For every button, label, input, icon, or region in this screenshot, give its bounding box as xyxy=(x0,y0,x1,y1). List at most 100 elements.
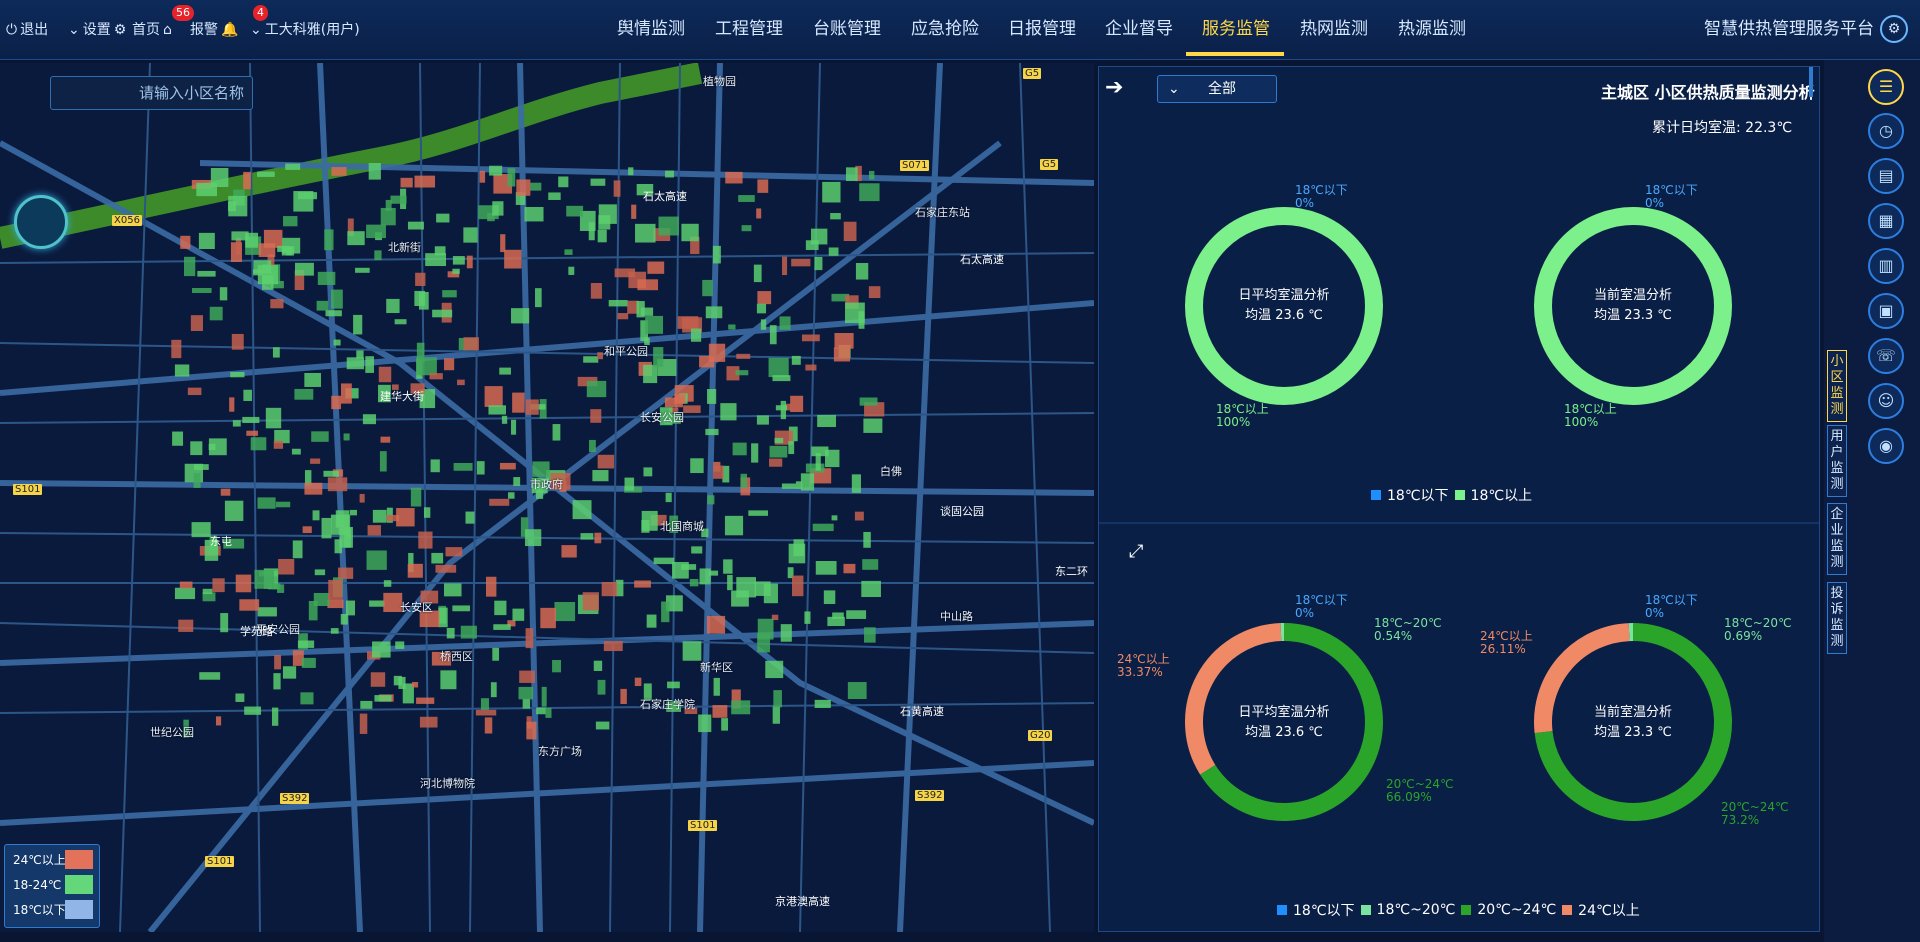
map-canvas[interactable] xyxy=(0,63,1094,932)
user-menu[interactable]: ⌄ 工大科雅(用户) xyxy=(250,0,360,60)
nav-ribao[interactable]: 日报管理 xyxy=(1008,0,1076,60)
service-icon[interactable]: ☏ xyxy=(1868,338,1904,374)
residential-block xyxy=(727,574,733,591)
residential-block xyxy=(634,580,651,588)
tab-enterprise[interactable]: 企业监测 xyxy=(1827,503,1847,575)
nav-qiye[interactable]: 企业督导 xyxy=(1105,0,1173,60)
residential-block xyxy=(731,700,751,715)
residential-block xyxy=(765,660,784,679)
residential-block xyxy=(265,407,282,429)
legend-swatch xyxy=(65,875,93,894)
residential-block xyxy=(817,414,837,428)
residential-block xyxy=(444,358,455,371)
residential-block xyxy=(713,677,720,696)
residential-block xyxy=(512,608,525,621)
residential-block xyxy=(340,613,348,625)
bar-chart-icon[interactable]: ▥ xyxy=(1868,248,1904,284)
map-place: 新华区 xyxy=(700,661,733,674)
residential-block xyxy=(597,352,604,360)
residential-block xyxy=(271,707,279,726)
residential-block xyxy=(834,333,854,349)
residential-block xyxy=(463,227,478,243)
residential-block xyxy=(791,575,804,597)
residential-block xyxy=(331,167,347,176)
residential-block xyxy=(781,483,796,489)
power-icon: ⏻ xyxy=(6,22,18,38)
residential-block xyxy=(484,386,503,407)
residential-block xyxy=(561,545,577,558)
residential-block xyxy=(327,477,348,492)
residential-block xyxy=(331,395,341,410)
residential-block xyxy=(863,418,883,433)
residential-block xyxy=(583,356,599,363)
tab-user[interactable]: 用户监测 xyxy=(1827,425,1847,497)
residential-block xyxy=(641,519,650,533)
residential-block xyxy=(356,350,364,359)
residential-block xyxy=(791,355,801,365)
report-icon[interactable]: ▤ xyxy=(1868,158,1904,194)
residential-block xyxy=(396,508,415,527)
nav-rewang[interactable]: 热网监测 xyxy=(1300,0,1368,60)
residential-block xyxy=(613,180,621,197)
residential-block xyxy=(335,510,350,528)
residential-block xyxy=(312,510,320,521)
residential-block xyxy=(525,628,534,649)
residential-block xyxy=(327,599,344,609)
residential-block xyxy=(526,721,537,740)
residential-block xyxy=(823,590,836,604)
residential-block xyxy=(452,605,470,612)
camera-icon[interactable]: ◉ xyxy=(1868,428,1904,464)
nav-fuwu[interactable]: 服务监管 xyxy=(1202,0,1270,60)
home-button[interactable]: 首页 ⌂ xyxy=(132,0,172,60)
clipboard-icon[interactable]: ▣ xyxy=(1868,293,1904,329)
alarm-button[interactable]: 报警 🔔 xyxy=(190,0,238,60)
residential-block xyxy=(407,563,423,578)
residential-block xyxy=(180,235,191,249)
city-map[interactable]: 请输入小区名称 植物园 北新街 和平公园 长安公园 北国商城 市政府 平安公园 … xyxy=(0,63,1094,932)
nav-yuqing[interactable]: 舆情监测 xyxy=(617,0,685,60)
residential-block xyxy=(706,389,717,404)
residential-block xyxy=(645,315,664,334)
residential-block xyxy=(725,171,743,184)
residential-block xyxy=(311,431,329,442)
residential-block xyxy=(756,208,762,219)
tab-community[interactable]: 小区监测 xyxy=(1827,350,1847,422)
menu-icon[interactable]: ☰ xyxy=(1868,69,1904,105)
residential-block xyxy=(257,265,279,285)
settings-button[interactable]: ⌄ 设置 ⚙ xyxy=(68,0,126,60)
residential-block xyxy=(429,373,443,380)
user-icon[interactable]: ☺ xyxy=(1868,383,1904,419)
residential-block xyxy=(635,223,656,243)
residential-block xyxy=(545,707,552,718)
chevron-down-icon: ⌄ xyxy=(250,22,262,38)
tab-complaint[interactable]: 投诉监测 xyxy=(1827,582,1847,654)
nav-gongcheng[interactable]: 工程管理 xyxy=(715,0,783,60)
community-search-input[interactable]: 请输入小区名称 xyxy=(50,76,253,110)
nav-reyuan[interactable]: 热源监测 xyxy=(1398,0,1466,60)
map-place: 北新街 xyxy=(388,241,421,254)
clock-icon[interactable]: ◷ xyxy=(1868,113,1904,149)
residential-block xyxy=(330,289,343,309)
residential-block xyxy=(174,364,190,377)
data-label: 18℃以下 0% xyxy=(1295,593,1348,620)
residential-block xyxy=(333,339,341,346)
residential-block xyxy=(372,641,391,658)
residential-block xyxy=(440,670,457,690)
expand-icon[interactable]: ⤢ xyxy=(1129,541,1143,562)
residential-block xyxy=(617,313,629,320)
legend-item: 18-24℃ xyxy=(13,875,99,895)
nav-taizhang[interactable]: 台账管理 xyxy=(813,0,881,60)
residential-block xyxy=(525,399,539,415)
residential-block xyxy=(862,559,879,570)
residential-block xyxy=(665,492,672,503)
legend-swatch xyxy=(1360,905,1371,915)
map-place: 白佛 xyxy=(880,465,902,478)
document-icon[interactable]: ▦ xyxy=(1868,203,1904,239)
residential-block xyxy=(665,170,674,178)
residential-block xyxy=(367,525,381,536)
map-reset-icon[interactable] xyxy=(14,195,68,249)
logout-button[interactable]: ⏻ 退出 xyxy=(6,0,48,60)
nav-yingji[interactable]: 应急抢险 xyxy=(911,0,979,60)
residential-block xyxy=(582,592,599,611)
residential-block xyxy=(398,676,406,689)
